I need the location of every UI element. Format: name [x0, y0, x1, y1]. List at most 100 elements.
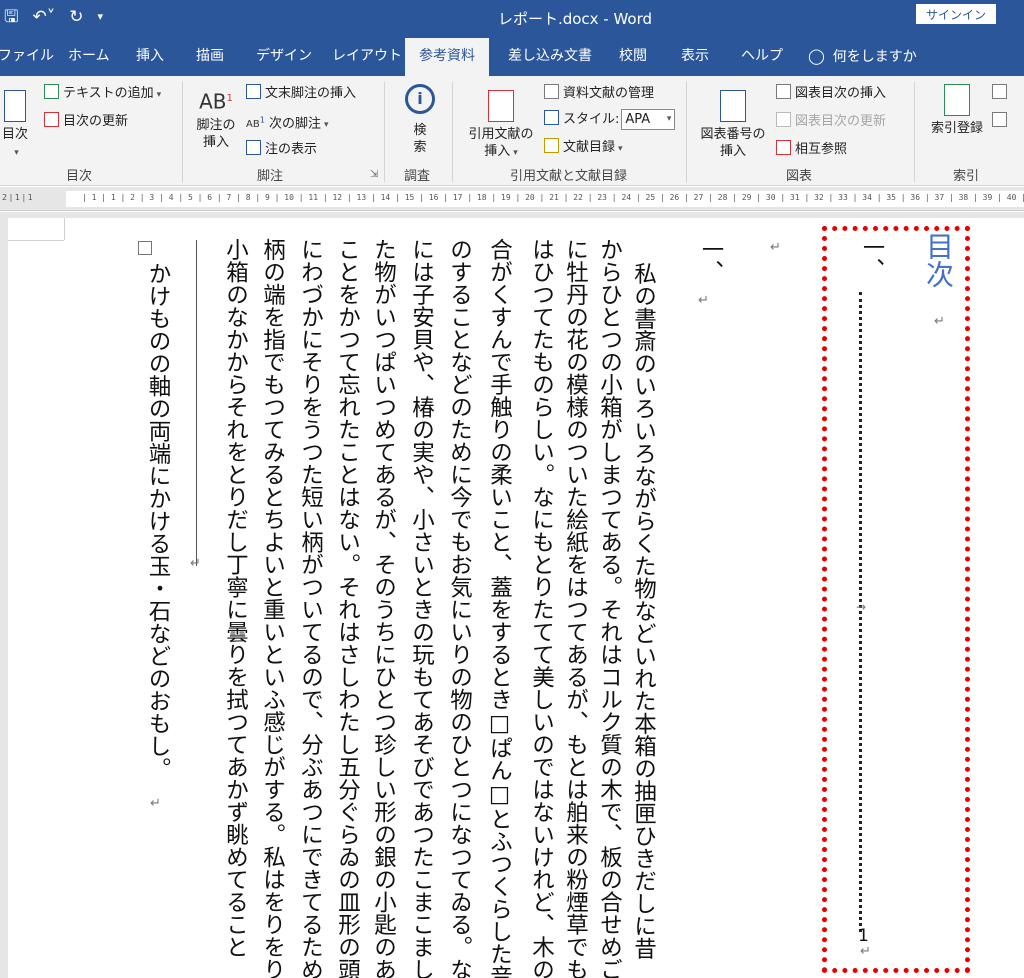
- insert-citation-button[interactable]: 引用文献の 挿入 ▾: [462, 90, 540, 162]
- footnote-reference-box: [138, 241, 152, 255]
- table-of-figures-icon: [776, 84, 791, 99]
- style-dropdown[interactable]: APA ▾: [621, 109, 676, 130]
- paragraph-column[interactable]: 柄の端を指でもつてみるとちよいと重いといふ感じがする。私はをりをり: [260, 238, 286, 978]
- group-label-research: 調査: [404, 169, 431, 184]
- crop-mark: [64, 218, 65, 240]
- footnote-separator-line: [196, 240, 197, 566]
- insert-table-of-figures-label: 図表目次の挿入: [795, 86, 887, 101]
- insert-citation-label-2: 挿入: [484, 144, 511, 159]
- paragraph-column[interactable]: にわづかにそりをうつた短い柄がついてるので、分ぶあつにできてるために: [298, 238, 324, 978]
- tab-design[interactable]: デザイン: [256, 36, 312, 76]
- tell-me-search[interactable]: ◯ 何をしますか: [808, 36, 917, 76]
- insert-footnote-label-2: 挿入: [202, 134, 229, 150]
- manage-sources-icon: [544, 84, 559, 99]
- tab-draw[interactable]: 描画: [196, 36, 224, 76]
- paragraph-column[interactable]: には子安貝や、椿の実や、小さいときの玩もてあそびであつたこまこまし: [409, 238, 435, 978]
- paragraph-column[interactable]: からひとつの小箱がしまつてある。それはコルク質の木で、板の合せめごと: [597, 238, 623, 978]
- paragraph-column[interactable]: 小箱のなかからそれをとりだし丁寧に曇りを拭つてあかず眺めてること: [223, 238, 249, 958]
- next-footnote-button[interactable]: AB1 次の脚注 ▾: [246, 112, 329, 134]
- style-icon: [544, 110, 559, 125]
- footnote-icon: AB1: [199, 89, 233, 114]
- show-notes-label: 注の表示: [265, 142, 318, 157]
- tab-references[interactable]: 参考資料: [405, 38, 489, 76]
- paragraph-column[interactable]: 合がくすんで手触りの柔いこと、蓋をするとき□ぱん□とふつくらした音: [487, 238, 513, 978]
- undo-icon[interactable]: ↶˅: [32, 6, 55, 28]
- update-table-button: 図表目次の更新: [776, 112, 886, 130]
- tab-home[interactable]: ホーム: [68, 36, 110, 76]
- paragraph-column[interactable]: に牡丹の花の模様のついた絵紙をはつてあるが、もとは舶来の粉煙草でも: [563, 238, 589, 978]
- chevron-down-icon: ▾: [324, 120, 329, 131]
- tab-review[interactable]: 校閲: [619, 36, 647, 76]
- insert-footnote-label-1: 脚注の: [196, 117, 236, 133]
- heading-1[interactable]: 一、: [694, 238, 726, 282]
- caption-icon: [720, 90, 746, 122]
- show-notes-button[interactable]: 注の表示: [246, 140, 317, 158]
- tab-mailings[interactable]: 差し込み文書: [508, 36, 592, 76]
- tab-help[interactable]: ヘルプ: [741, 36, 783, 76]
- redo-icon[interactable]: ↻: [69, 6, 83, 28]
- cross-reference-icon: [776, 140, 791, 155]
- bibliography-icon: [544, 138, 559, 153]
- manage-sources-button[interactable]: 資料文献の管理: [544, 84, 654, 102]
- group-separator: [452, 82, 453, 182]
- bibliography-label: 文献目録: [563, 140, 616, 155]
- mark-entry-button[interactable]: 索引登録: [924, 84, 990, 137]
- insert-table-of-figures-button[interactable]: 図表目次の挿入: [776, 84, 886, 102]
- add-text-label: テキストの追加: [63, 86, 154, 101]
- search-icon: i: [405, 84, 435, 114]
- tab-view[interactable]: 表示: [681, 36, 709, 76]
- group-label-captions: 図表: [786, 169, 813, 184]
- tab-layout[interactable]: レイアウト: [332, 36, 402, 76]
- save-icon[interactable]: 🖫: [4, 6, 18, 28]
- mark-entry-icon: [944, 84, 970, 116]
- paragraph-mark-icon: ↵: [190, 556, 201, 571]
- next-footnote-label: 次の脚注: [269, 116, 322, 132]
- group-separator: [686, 82, 687, 182]
- update-toc-icon: [44, 112, 59, 127]
- chevron-down-icon: ▾: [14, 148, 19, 158]
- dialog-launcher-icon[interactable]: ⇲: [370, 169, 378, 180]
- insert-footnote-button[interactable]: AB1 脚注の 挿入: [190, 90, 242, 151]
- cross-reference-button[interactable]: 相互参照: [776, 140, 847, 158]
- paragraph-mark-icon: ↵: [770, 240, 781, 255]
- add-text-icon: [44, 84, 59, 99]
- bibliography-button[interactable]: 文献目録 ▾: [544, 138, 623, 158]
- manage-sources-label: 資料文献の管理: [563, 86, 655, 101]
- group-separator: [914, 82, 915, 182]
- add-text-button[interactable]: テキストの追加 ▾: [44, 84, 161, 104]
- signin-button[interactable]: サインイン: [916, 4, 996, 24]
- paragraph-column[interactable]: た物がいつぱいつめてあるが、そのうちにひとつ珍しい形の銀の小匙のある: [371, 238, 397, 978]
- group-label-citations: 引用文献と文献目録: [510, 169, 628, 184]
- customize-qat-icon[interactable]: ▾: [97, 6, 103, 28]
- update-index-icon[interactable]: [992, 112, 1007, 127]
- insert-index-icon[interactable]: [992, 84, 1007, 99]
- paragraph-column[interactable]: のすることなどのために今でもお気にいりの物のひとつになつてゐる。なか: [447, 238, 473, 978]
- ruler-left-marks: 2 | 1 | 1: [2, 193, 33, 202]
- tell-me-label: 何をしますか: [832, 49, 917, 65]
- paragraph-column[interactable]: はひつてたものらしい。なにもとりたてて美しいのではないけれど、木の色: [529, 238, 555, 978]
- tab-insert[interactable]: 挿入: [136, 36, 164, 76]
- update-toc-button[interactable]: 目次の更新: [44, 112, 128, 130]
- style-value: APA: [625, 112, 651, 127]
- toc-icon: [4, 90, 26, 122]
- insert-caption-label-1: 図表番号の: [700, 127, 766, 142]
- group-label-footnotes: 脚注: [257, 169, 284, 184]
- group-label-toc: 目次: [66, 169, 93, 184]
- insert-endnote-label: 文末脚注の挿入: [265, 86, 357, 101]
- footnote-text[interactable]: かけものの軸の両端にかける玉・石などのおもし。: [142, 262, 174, 780]
- insert-caption-button[interactable]: 図表番号の 挿入: [694, 90, 772, 160]
- cross-reference-label: 相互参照: [795, 142, 848, 157]
- ribbon: 目次 ▾ テキストの追加 ▾ 目次の更新 目次 AB1 脚注の 挿入 文末脚注の挿入 …: [0, 76, 1024, 186]
- paragraph-mark-icon: ↵: [698, 293, 709, 308]
- paragraph-column[interactable]: ことをかつて忘れたことはない。それはさしわたし五分ぐらゐの皿形の頭: [335, 238, 361, 978]
- paragraph-column[interactable]: 私の書斎のいろいろながらくた物などいれた本箱の抽匣ひきだしに昔: [631, 262, 657, 960]
- chevron-down-icon: ▾: [618, 144, 623, 154]
- search-button[interactable]: i 検索: [400, 84, 440, 156]
- toc-button-label: 目次: [1, 127, 28, 142]
- toc-button[interactable]: 目次 ▾: [0, 90, 30, 162]
- tab-file[interactable]: ファイル: [0, 36, 54, 76]
- citation-style-select[interactable]: スタイル: APA ▾: [544, 109, 676, 130]
- window-title: レポート.docx - Word: [497, 10, 653, 28]
- horizontal-ruler[interactable]: 2 | 1 | 1 | 1 | 1 | 2 | 3 | 4 | 5 | 6 | …: [0, 187, 1024, 211]
- insert-endnote-button[interactable]: 文末脚注の挿入: [246, 84, 356, 102]
